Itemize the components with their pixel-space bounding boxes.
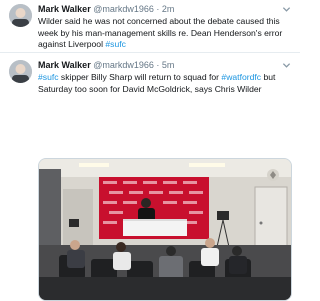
tweet[interactable]: Mark Walker @markdw1966 · 2m Wilder said… <box>0 0 300 53</box>
tweet-body: Wilder said he was not concerned about t… <box>38 16 283 49</box>
author-name[interactable]: Mark Walker <box>38 60 91 70</box>
hashtag-link[interactable]: #watfordfc <box>221 72 261 82</box>
separator: · <box>156 4 160 14</box>
separator: · <box>156 60 160 70</box>
tweet-text: #sufc skipper Billy Sharp will return to… <box>38 72 296 95</box>
tweet-body: skipper Billy Sharp will return to squad… <box>58 72 222 82</box>
timestamp[interactable]: 5m <box>162 60 175 70</box>
author-name[interactable]: Mark Walker <box>38 4 91 14</box>
avatar[interactable] <box>9 60 32 83</box>
hashtag-link[interactable]: #sufc <box>38 72 59 82</box>
tweet[interactable]: Mark Walker @markdw1966 · 5m #sufc skipp… <box>0 53 300 301</box>
avatar[interactable] <box>9 4 32 27</box>
press-conference-photo <box>39 159 291 300</box>
tweet-header: Mark Walker @markdw1966 · 5m <box>38 60 174 70</box>
author-handle[interactable]: @markdw1966 <box>93 60 154 70</box>
author-handle[interactable]: @markdw1966 <box>93 4 154 14</box>
timestamp[interactable]: 2m <box>162 4 175 14</box>
chevron-down-icon[interactable] <box>282 61 291 70</box>
media-photo[interactable] <box>38 158 292 301</box>
chevron-down-icon[interactable] <box>282 5 291 14</box>
tweet-text: Wilder said he was not concerned about t… <box>38 16 296 51</box>
avatar-image <box>9 4 32 27</box>
avatar-image <box>9 60 32 83</box>
hashtag-link[interactable]: #sufc <box>105 39 126 49</box>
tweet-header: Mark Walker @markdw1966 · 2m <box>38 4 174 14</box>
